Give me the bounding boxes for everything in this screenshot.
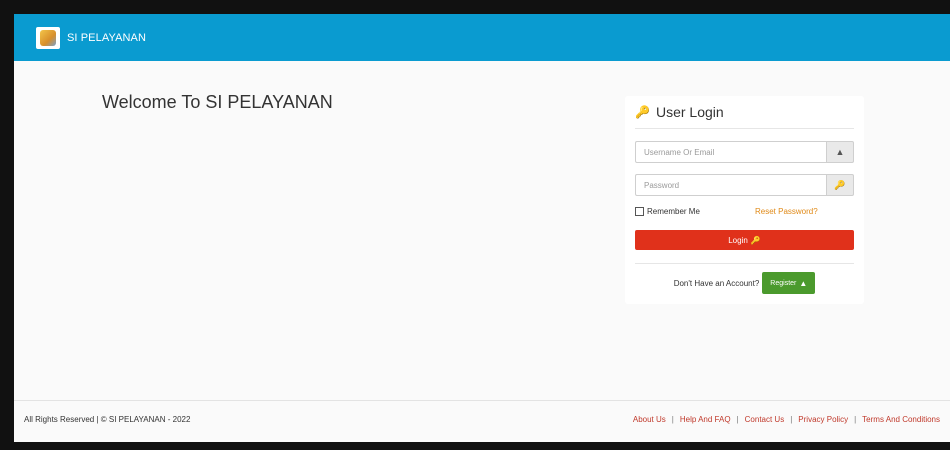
reset-password-link[interactable]: Reset Password? bbox=[755, 207, 818, 216]
key-icon: 🔑 bbox=[635, 105, 650, 119]
copyright-text: All Rights Reserved | © SI PELAYANAN - 2… bbox=[24, 415, 191, 424]
login-title-divider bbox=[635, 128, 854, 129]
privacy-policy-link[interactable]: Privacy Policy bbox=[798, 415, 848, 424]
register-user-icon: ▲ bbox=[799, 278, 808, 288]
password-input-group: 🔑 bbox=[635, 174, 854, 196]
terms-conditions-link[interactable]: Terms And Conditions bbox=[862, 415, 940, 424]
register-row: Don't Have an Account? Register ▲ bbox=[635, 272, 854, 294]
login-panel: 🔑 User Login ▲ 🔑 Remember Me Reset Passw… bbox=[625, 96, 864, 304]
footer-separator: | bbox=[736, 415, 739, 424]
page-viewport: SI PELAYANAN Welcome To SI PELAYANAN 🔑 U… bbox=[14, 14, 950, 442]
top-navbar: SI PELAYANAN bbox=[14, 14, 950, 61]
password-key-icon: 🔑 bbox=[826, 174, 854, 196]
contact-us-link[interactable]: Contact Us bbox=[745, 415, 785, 424]
footer-separator: | bbox=[854, 415, 857, 424]
password-input[interactable] bbox=[635, 174, 826, 196]
user-icon: ▲ bbox=[826, 141, 854, 163]
remember-me-checkbox[interactable] bbox=[635, 207, 644, 216]
login-button-label: Login bbox=[728, 235, 748, 245]
register-button[interactable]: Register ▲ bbox=[762, 272, 816, 294]
register-button-label: Register bbox=[770, 279, 797, 287]
login-button[interactable]: Login 🔑 bbox=[635, 230, 854, 250]
login-register-divider bbox=[635, 263, 854, 264]
username-input[interactable] bbox=[635, 141, 826, 163]
remember-me[interactable]: Remember Me bbox=[635, 207, 700, 216]
no-account-text: Don't Have an Account? bbox=[673, 278, 760, 288]
remember-me-label: Remember Me bbox=[647, 207, 700, 216]
about-us-link[interactable]: About Us bbox=[633, 415, 666, 424]
brand-logo[interactable] bbox=[36, 26, 60, 49]
footer-separator: | bbox=[671, 415, 674, 424]
brand-name[interactable]: SI PELAYANAN bbox=[67, 32, 146, 44]
logo-emblem-icon bbox=[40, 29, 56, 46]
login-key-icon: 🔑 bbox=[750, 235, 761, 245]
monitor-frame: SI PELAYANAN Welcome To SI PELAYANAN 🔑 U… bbox=[0, 0, 950, 450]
login-title: 🔑 User Login bbox=[635, 102, 724, 122]
footer-separator: | bbox=[790, 415, 793, 424]
username-input-group: ▲ bbox=[635, 141, 854, 163]
footer-links: About Us | Help And FAQ | Contact Us | P… bbox=[633, 415, 940, 424]
help-faq-link[interactable]: Help And FAQ bbox=[680, 415, 731, 424]
footer: All Rights Reserved | © SI PELAYANAN - 2… bbox=[14, 401, 950, 442]
welcome-heading: Welcome To SI PELAYANAN bbox=[102, 92, 333, 112]
login-title-text: User Login bbox=[655, 104, 724, 120]
